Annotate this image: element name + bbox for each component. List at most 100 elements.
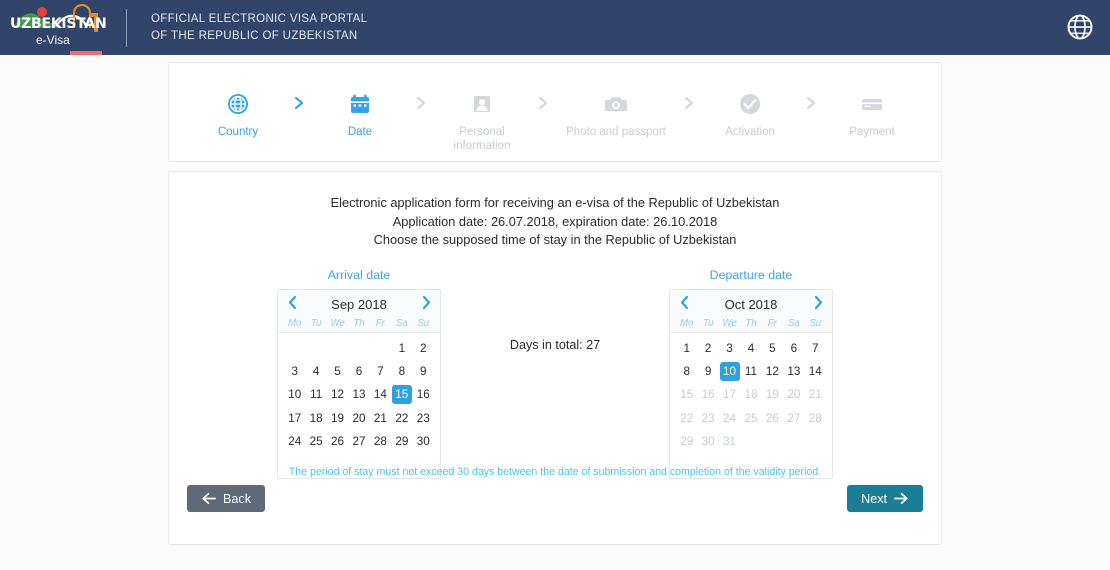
back-button[interactable]: Back [187,485,265,512]
calendar-day[interactable]: 3 [284,362,305,381]
calendar-day[interactable]: 25 [305,432,326,451]
calendars-row: Arrival date Sep 2018 Mo Tu We Th Fr Sa … [187,268,923,479]
globe-icon[interactable] [1065,12,1095,42]
calendar-day-disabled: 17 [723,388,737,402]
calendar-week-row: 24 25 26 27 28 29 30 [284,430,434,453]
chevron-right-icon [422,295,430,309]
brand-logo[interactable]: UZBEKISTAN e-Visa [0,0,108,55]
departure-month-label: Oct 2018 [724,297,778,312]
logo-wordmark: UZBEKISTAN [10,16,107,32]
next-button[interactable]: Next [847,485,923,512]
step-photo-and-passport[interactable]: Photo and passport [556,89,676,139]
step-label: Personal information [453,126,511,152]
credit-card-icon [824,89,920,119]
step-indicator-card: Country Date Personal information Photo … [168,62,942,162]
calendar-day[interactable]: 13 [348,385,369,404]
calendar-day[interactable]: 11 [305,385,326,404]
step-personal-information[interactable]: Personal information [434,89,530,153]
weekday-label: Mo [287,317,302,329]
logo-accent-bar [70,51,102,55]
calendar-day[interactable]: 11 [740,362,761,381]
calendar-day[interactable]: 17 [284,409,305,428]
step-payment[interactable]: Payment [824,89,920,139]
calendar-day-disabled: 19 [765,388,779,402]
chevron-right-icon [294,96,304,110]
calendar-day[interactable]: 12 [762,362,783,381]
chevron-right-icon [416,96,426,110]
step-separator-5 [798,89,824,111]
heading-line-2: Application date: 26.07.2018, expiration… [392,213,718,229]
calendar-day[interactable]: 29 [391,432,412,451]
step-separator-1 [286,89,312,111]
calendar-day-disabled: 26 [765,411,779,425]
calendar-day[interactable]: 22 [391,409,412,428]
calendar-day[interactable]: 14 [370,385,391,404]
weekday-label: Th [353,317,365,329]
arrival-weekday-row: Mo Tu We Th Fr Sa Su [284,318,434,329]
calendar-day[interactable]: 6 [348,362,369,381]
calendar-day-selected-badge: 15 [391,385,412,405]
calendar-day-disabled: 18 [744,388,758,402]
calendar-day-disabled: 30 [701,435,715,449]
departure-next-month-button[interactable] [810,295,826,315]
heading-line-3: Choose the supposed time of stay in the … [373,232,737,247]
weekday-label: Su [417,317,430,329]
calendar-week-row: 10 11 12 13 14 15 16 [284,383,434,406]
calendar-icon [312,89,408,119]
step-separator-2 [408,89,434,111]
calendar-day[interactable]: 24 [284,432,305,451]
calendar-day[interactable]: 23 [413,409,434,428]
calendar-day[interactable]: 14 [805,362,826,381]
calendar-day[interactable]: 9 [697,362,718,381]
calendar-day-disabled: 16 [701,388,715,402]
heading-line-1: Electronic application form for receivin… [330,195,780,210]
departure-prev-month-button[interactable] [676,295,692,315]
calendar-day-selected[interactable]: 10 [719,362,740,382]
calendar-day[interactable]: 12 [327,385,348,404]
calendar-day[interactable]: 26 [327,432,348,451]
calendar-day[interactable]: 13 [783,362,804,381]
arrival-next-month-button[interactable] [418,295,434,315]
step-country[interactable]: Country [190,89,286,139]
calendar-day[interactable]: 28 [370,432,391,451]
calendar-day[interactable]: 8 [676,362,697,381]
calendar-week-row: 29 30 31 [676,430,826,453]
calendar-week-row: 22 23 24 25 26 27 28 [676,407,826,430]
calendar-day-disabled: 20 [787,388,801,402]
calendar-day[interactable]: 7 [370,362,391,381]
calendar-day-disabled: 15 [680,388,694,402]
calendar-day[interactable]: 9 [413,362,434,381]
page-heading: Electronic application form for receivin… [187,194,923,250]
calendar-day[interactable]: 8 [391,362,412,381]
site-header: UZBEKISTAN e-Visa OFFICIAL ELECTRONIC VI… [0,0,1110,55]
calendar-day[interactable]: 10 [284,385,305,404]
chevron-right-icon [814,295,822,309]
arrival-date-label: Arrival date [327,267,391,282]
header-title-line-2: OF THE REPUBLIC OF UZBEKISTAN [151,29,358,42]
calendar-day[interactable]: 4 [305,362,326,381]
arrival-prev-month-button[interactable] [284,295,300,315]
step-activation[interactable]: Activation [702,89,798,139]
step-date[interactable]: Date [312,89,408,139]
calendar-day[interactable]: 16 [413,385,434,404]
step-label: Payment [849,126,895,138]
calendar-day-disabled: 29 [680,435,694,449]
chevron-right-icon [538,96,548,110]
calendar-day-selected[interactable]: 15 [391,385,412,405]
calendar-day[interactable]: 19 [327,409,348,428]
calendar-day[interactable]: 18 [305,409,326,428]
calendar-day[interactable]: 5 [327,362,348,381]
departure-date-label: Departure date [709,267,793,282]
arrival-datepicker[interactable]: Sep 2018 Mo Tu We Th Fr Sa Su 1 2 3 4 5 … [277,288,441,479]
calendar-day-disabled: 24 [723,411,737,425]
header-divider [126,8,127,47]
weekday-label: Fr [767,317,777,329]
departure-datepicker[interactable]: Oct 2018 Mo Tu We Th Fr Sa Su 1 2 3 4 5 … [669,288,833,479]
calendar-day[interactable]: 20 [348,409,369,428]
calendar-day-disabled: 31 [723,435,737,449]
calendar-day[interactable]: 30 [413,432,434,451]
calendar-day[interactable]: 27 [348,432,369,451]
weekday-label: We [722,317,737,329]
chevron-left-icon [680,295,688,309]
calendar-day[interactable]: 21 [370,409,391,428]
